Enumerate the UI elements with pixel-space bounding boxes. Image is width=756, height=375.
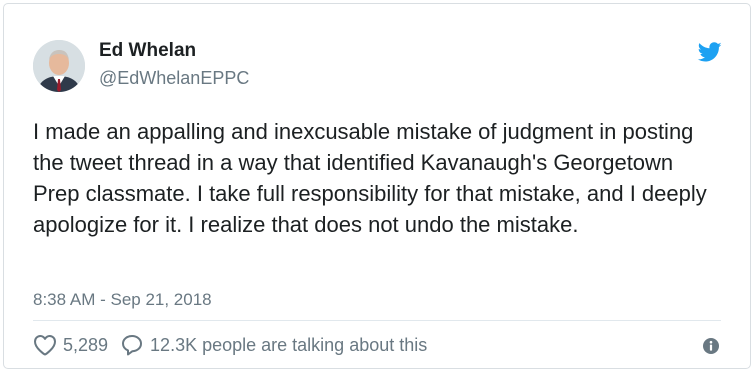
reply-button[interactable]: 12.3K people are talking about this <box>120 333 427 357</box>
like-button[interactable]: 5,289 <box>33 334 108 356</box>
divider <box>33 320 721 321</box>
avatar-photo <box>33 40 85 92</box>
tweet-text: I made an appalling and inexcusable mist… <box>33 119 707 237</box>
avatar[interactable] <box>33 40 85 92</box>
like-count: 5,289 <box>63 334 109 355</box>
speech-bubble-icon <box>122 335 143 356</box>
tweet-actions: 5,289 12.3K people are talking about thi… <box>33 331 427 359</box>
author-handle[interactable]: @EdWhelanEPPC <box>99 68 249 89</box>
tweet-timestamp[interactable]: 8:38 AM - Sep 21, 2018 <box>33 290 212 310</box>
author-name[interactable]: Ed Whelan <box>99 40 196 62</box>
talking-count: 12.3K people are talking about this <box>150 334 428 355</box>
heart-icon <box>34 335 56 356</box>
tweet-card: Ed Whelan @EdWhelanEPPC I made an appall… <box>3 3 751 369</box>
info-icon[interactable] <box>702 337 720 355</box>
twitter-bird-icon[interactable] <box>696 40 724 64</box>
